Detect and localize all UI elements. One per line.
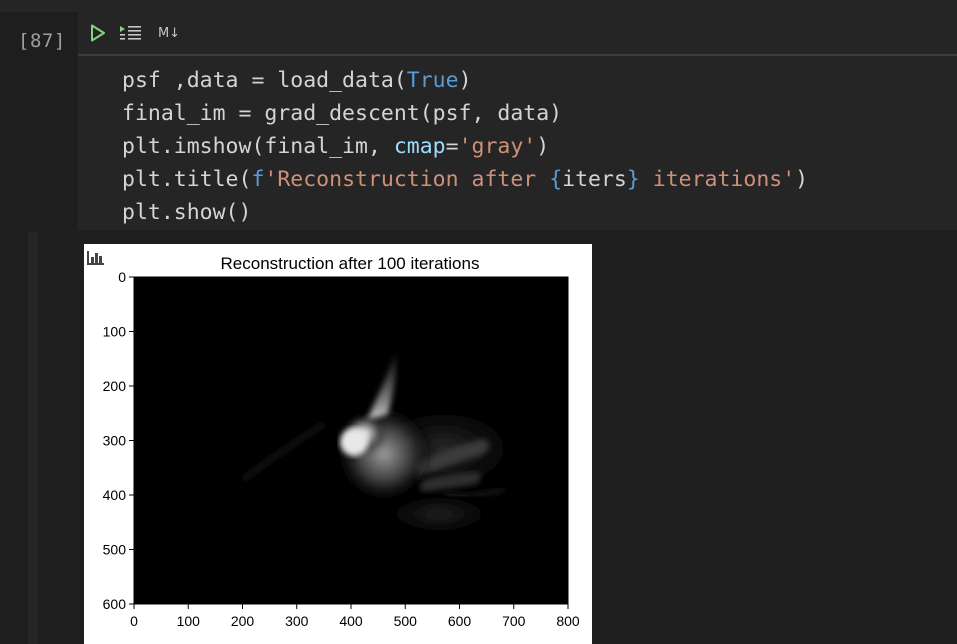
cell-gutter: [0, 56, 14, 230]
x-tick-label: 0: [130, 613, 138, 629]
y-tick-label: 600: [103, 596, 127, 612]
x-tick-label: 200: [231, 613, 255, 629]
x-tick-label: 800: [556, 613, 580, 629]
execution-count: [87]: [18, 30, 66, 52]
plot-title: Reconstruction after 100 iterations: [221, 254, 480, 273]
y-tick-label: 300: [103, 433, 127, 449]
code-line-5: plt.show(): [122, 200, 252, 225]
previous-cell-edge: [0, 0, 957, 12]
x-tick-label: 600: [448, 613, 472, 629]
run-below-icon: [120, 26, 141, 40]
plot-toolbar-icon[interactable]: [87, 251, 104, 265]
code-block: psf ,data = load_data(True) final_im = g…: [122, 64, 808, 229]
y-tick-label: 400: [103, 487, 127, 503]
y-tick-label: 0: [118, 269, 126, 285]
x-tick-label: 400: [339, 613, 363, 629]
cell-toolbar: M↓: [78, 12, 957, 56]
bar-chart-icon: [87, 251, 104, 265]
y-tick-label: 200: [103, 378, 127, 394]
code-line-4: plt.title(f'Reconstruction after {iters}…: [122, 167, 809, 192]
change-to-markdown-button[interactable]: M↓: [156, 22, 182, 44]
run-cell-button[interactable]: [88, 22, 108, 44]
code-line-2: final_im = grad_descent(psf, data): [122, 101, 563, 126]
image-area: [133, 276, 569, 605]
x-tick-label: 100: [177, 613, 201, 629]
code-editor[interactable]: psf ,data = load_data(True) final_im = g…: [78, 56, 957, 230]
play-icon: [91, 24, 105, 42]
x-tick-label: 300: [285, 613, 309, 629]
output-gutter: [28, 232, 38, 644]
code-line-1: psf ,data = load_data(True): [122, 68, 472, 93]
x-tick-label: 500: [394, 613, 418, 629]
plot-output: Reconstruction after 100 iterations 0 100…: [84, 244, 592, 644]
code-line-3: plt.imshow(final_im, cmap='gray'): [122, 134, 550, 159]
y-tick-label: 100: [103, 324, 127, 340]
run-below-button[interactable]: [118, 22, 144, 44]
y-tick-label: 500: [103, 542, 127, 558]
x-tick-label: 700: [502, 613, 526, 629]
